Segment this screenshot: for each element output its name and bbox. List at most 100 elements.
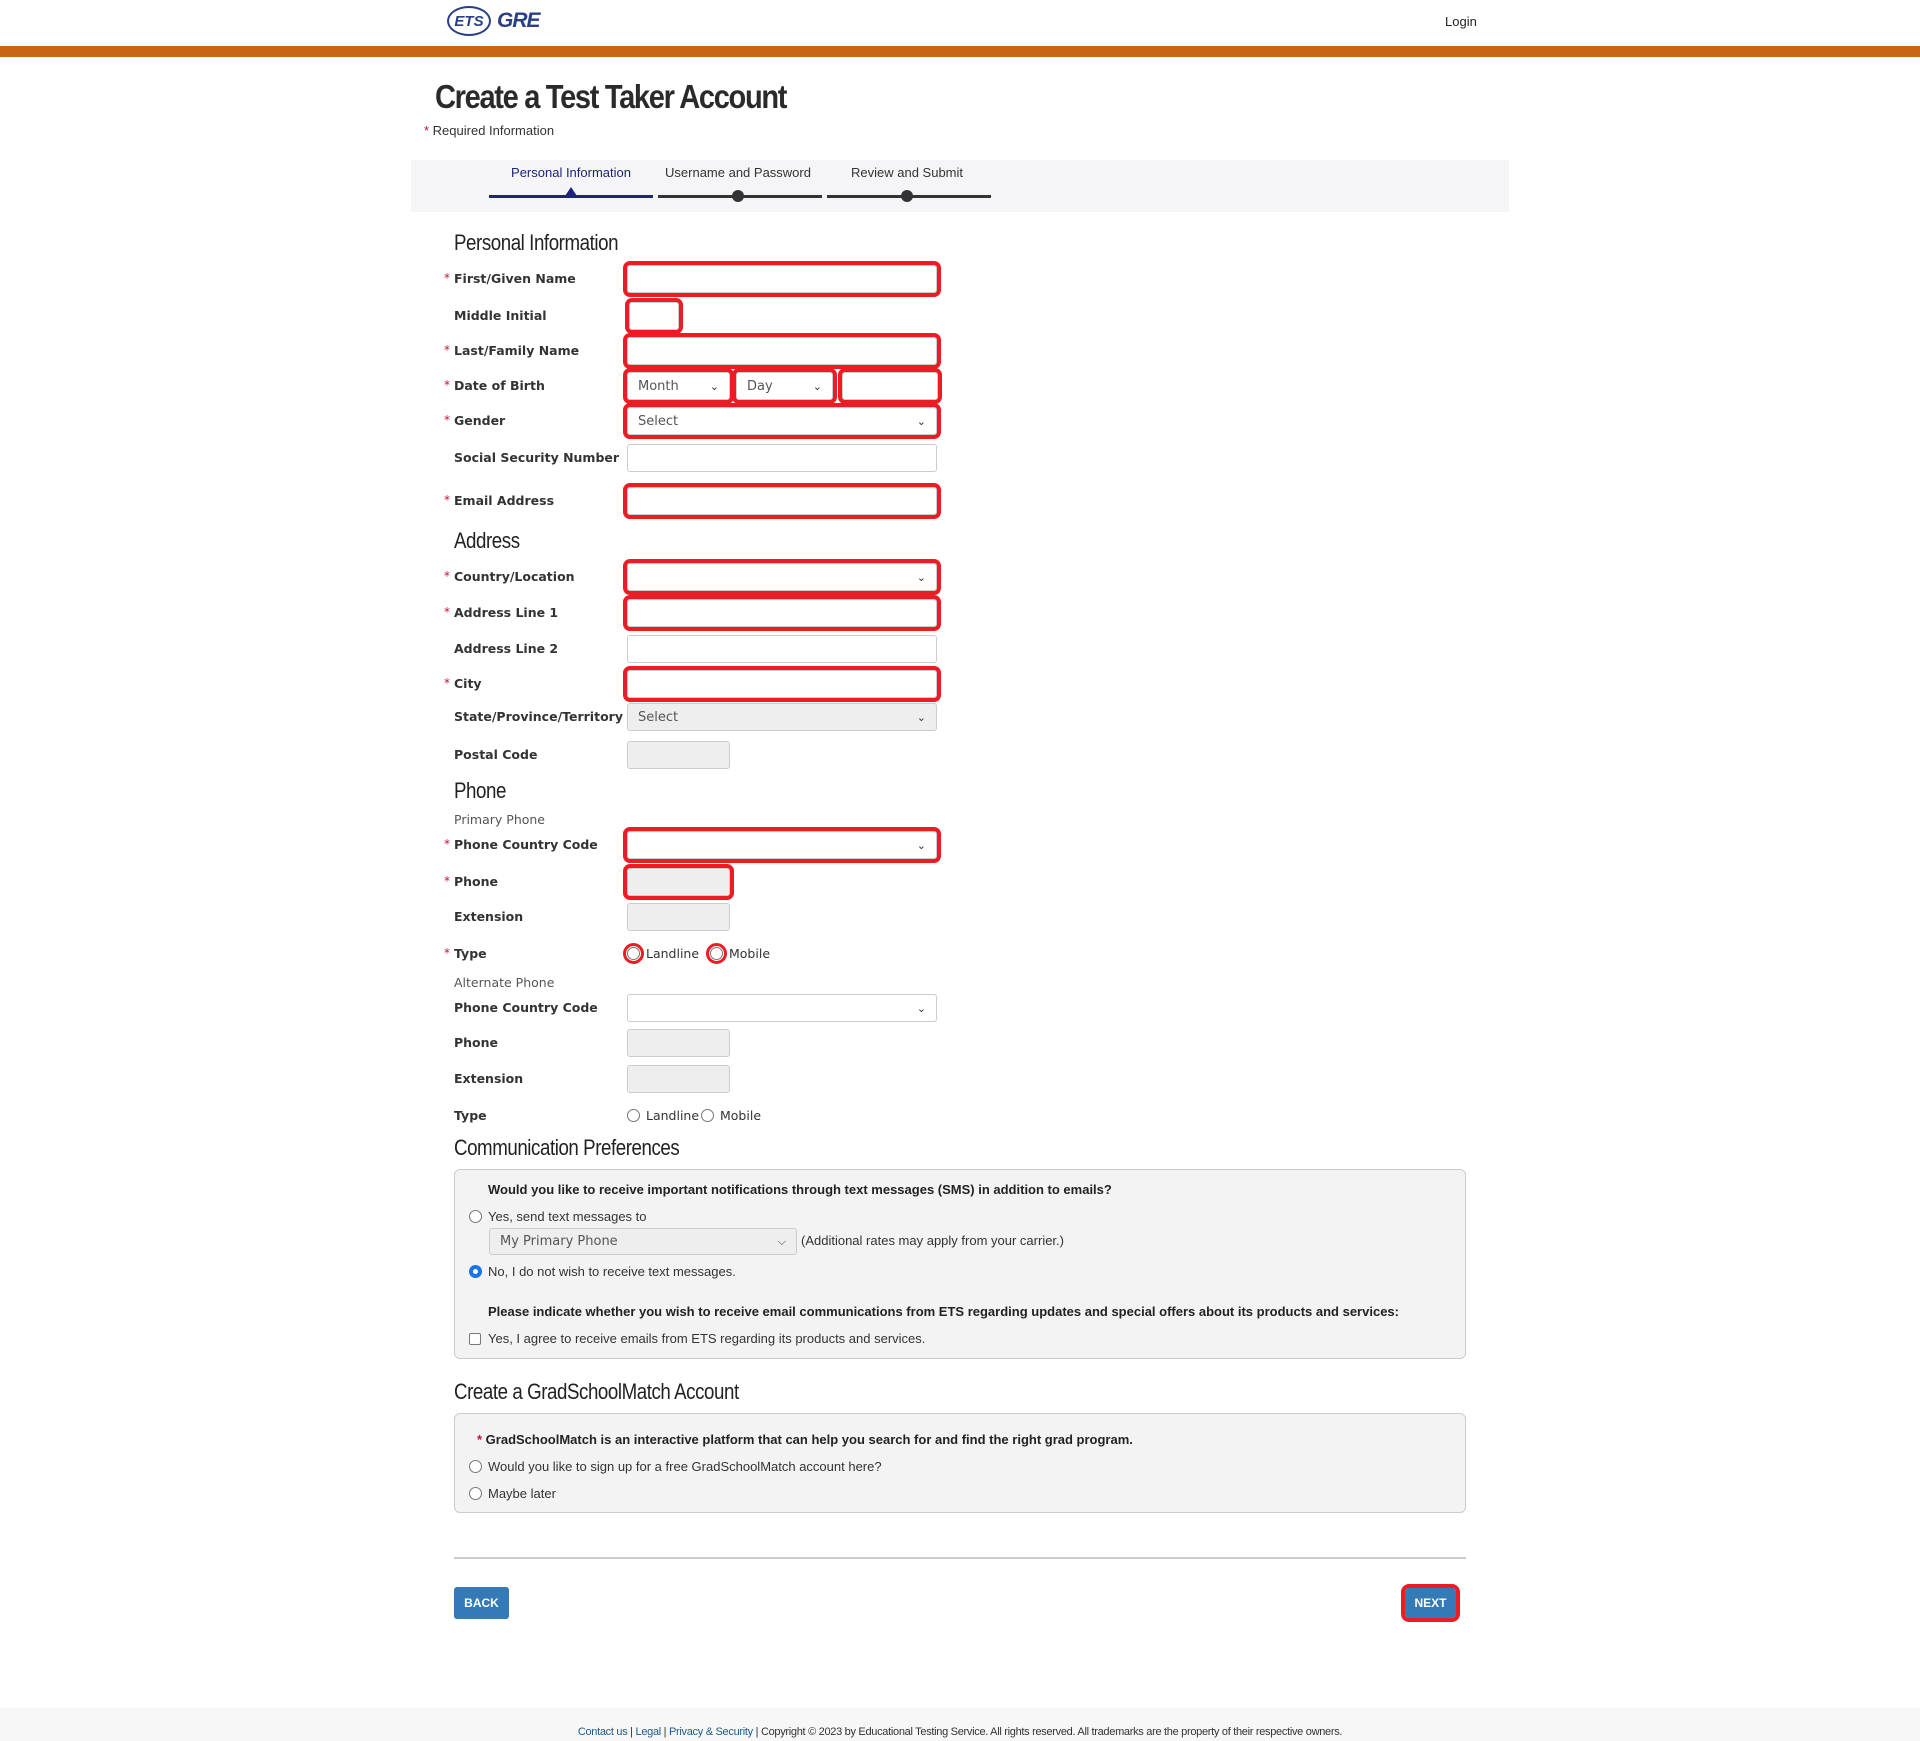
- section-personal-information: Personal Information: [454, 230, 619, 255]
- type-label: Type: [454, 946, 487, 961]
- type-mobile-label: Mobile: [729, 946, 771, 961]
- section-gradschoolmatch: Create a GradSchoolMatch Account: [454, 1379, 739, 1404]
- state-province-territory-select[interactable]: Select ⌄: [627, 703, 937, 731]
- type-mobile-label: Mobile: [720, 1108, 762, 1123]
- communication-preferences-box: Would you like to receive important noti…: [454, 1169, 1466, 1359]
- sms-phone-select-value: My Primary Phone: [500, 1234, 618, 1249]
- back-button[interactable]: BACK: [454, 1587, 509, 1619]
- state-province-territory-select-value: Select: [638, 709, 679, 725]
- address-line-1-label: Address Line 1: [454, 605, 559, 620]
- chevron-down-icon: ⌄: [709, 379, 719, 393]
- login-link[interactable]: Login: [1445, 14, 1477, 29]
- type-landline-radio[interactable]: [623, 943, 644, 964]
- email-agree-option[interactable]: Yes, I agree to receive emails from ETS …: [469, 1331, 925, 1346]
- required-asterisk: *: [444, 874, 450, 888]
- first-given-name-input[interactable]: [623, 261, 941, 297]
- middle-initial-input[interactable]: [625, 298, 683, 334]
- required-asterisk: *: [444, 946, 450, 960]
- email-address-input[interactable]: [623, 483, 941, 519]
- sms-no-label: No, I do not wish to receive text messag…: [488, 1264, 736, 1279]
- state-province-territory-label: State/Province/Territory: [454, 709, 623, 724]
- social-security-number-input[interactable]: [627, 444, 937, 472]
- chevron-down-icon: ⌵: [777, 1234, 786, 1248]
- email-agree-label: Yes, I agree to receive emails from ETS …: [488, 1331, 926, 1346]
- progress-stepper: Personal Information Username and Passwo…: [411, 160, 1509, 212]
- copyright: Copyright © 2023 by Educational Testing …: [760, 1726, 1343, 1738]
- country-location-select[interactable]: ⌄: [623, 559, 941, 595]
- current-step-marker-icon: [565, 187, 577, 196]
- gender-label: Gender: [454, 413, 506, 428]
- country-location-label: Country/Location: [454, 569, 575, 584]
- last-family-name-input[interactable]: [623, 333, 941, 369]
- step-username-password: Username and Password: [665, 165, 811, 180]
- type-mobile-radio[interactable]: [706, 943, 727, 964]
- header-accent-bar: [0, 46, 1920, 57]
- gradschoolmatch-later-radio[interactable]: [469, 1487, 482, 1500]
- sms-no-radio[interactable]: [469, 1265, 482, 1278]
- birth-day-select[interactable]: Day ⌄: [732, 368, 837, 404]
- gradschoolmatch-intro-text: GradSchoolMatch is an interactive platfo…: [485, 1432, 1133, 1447]
- sms-no-option[interactable]: No, I do not wish to receive text messag…: [469, 1264, 736, 1279]
- gradschoolmatch-signup-option[interactable]: Would you like to sign up for a free Gra…: [469, 1459, 882, 1474]
- email-agree-checkbox[interactable]: [469, 1332, 481, 1345]
- type-landline-label: Landline: [646, 946, 700, 961]
- ets-gre-logo[interactable]: ETS GRE: [447, 4, 541, 38]
- address-line-1-input[interactable]: [623, 595, 941, 631]
- sms-yes-radio[interactable]: [469, 1210, 482, 1223]
- gradschoolmatch-signup-radio[interactable]: [469, 1460, 482, 1473]
- birth-day-select-value: Day: [747, 378, 773, 394]
- sms-yes-option[interactable]: Yes, send text messages to: [469, 1209, 647, 1224]
- extension-alternate-label: Extension: [454, 1071, 524, 1086]
- city-input[interactable]: [623, 666, 941, 702]
- phone-label: Phone: [454, 874, 499, 889]
- chevron-down-icon: ⌄: [916, 710, 926, 724]
- legal-link[interactable]: Legal: [636, 1726, 662, 1738]
- gradschoolmatch-later-label: Maybe later: [488, 1486, 556, 1501]
- required-note-text: Required Information: [432, 123, 555, 138]
- required-asterisk: *: [444, 569, 450, 583]
- extension-alternate-input[interactable]: [627, 1065, 730, 1093]
- birth-year-input[interactable]: [838, 368, 942, 404]
- required-asterisk: *: [444, 343, 450, 357]
- city-label: City: [454, 676, 482, 691]
- required-note: * Required Information: [424, 123, 554, 138]
- contact-us-link[interactable]: Contact us: [578, 1726, 628, 1738]
- phone-country-code-alternate-select[interactable]: ⌄: [627, 994, 937, 1022]
- step-personal-information: Personal Information: [511, 165, 631, 180]
- type-alternate-label: Type: [454, 1108, 487, 1123]
- phone-alternate-label: Phone: [454, 1035, 499, 1050]
- chevron-down-icon: ⌄: [916, 570, 926, 584]
- required-asterisk: *: [444, 493, 450, 507]
- privacy-security-link[interactable]: Privacy & Security: [669, 1726, 753, 1738]
- birth-month-select[interactable]: Month ⌄: [623, 368, 734, 404]
- type-landline-radio[interactable]: [627, 1109, 640, 1122]
- chevron-down-icon: ⌄: [916, 1001, 926, 1015]
- extension-label: Extension: [454, 909, 524, 924]
- date-of-birth-label: Date of Birth: [454, 378, 545, 393]
- required-asterisk: *: [444, 837, 450, 851]
- address-line-2-input[interactable]: [627, 635, 937, 663]
- email-question: Please indicate whether you wish to rece…: [488, 1304, 1399, 1319]
- gradschoolmatch-signup-label: Would you like to sign up for a free Gra…: [488, 1459, 882, 1474]
- step-dot-icon: [732, 190, 744, 202]
- gradschoolmatch-later-option[interactable]: Maybe later: [469, 1486, 556, 1501]
- gradschoolmatch-intro: * GradSchoolMatch is an interactive plat…: [477, 1432, 1133, 1447]
- alternate-phone-heading: Alternate Phone: [454, 975, 555, 990]
- type-mobile-radio[interactable]: [701, 1109, 714, 1122]
- next-button[interactable]: NEXT: [1401, 1584, 1460, 1622]
- required-asterisk: *: [444, 271, 450, 285]
- social-security-number-label: Social Security Number: [454, 450, 620, 465]
- sms-phone-select[interactable]: My Primary Phone ⌵: [489, 1228, 797, 1255]
- last-family-name-label: Last/Family Name: [454, 343, 580, 358]
- extension-input[interactable]: [627, 903, 730, 931]
- postal-code-input[interactable]: [627, 741, 730, 769]
- phone-input[interactable]: [623, 864, 734, 900]
- required-asterisk: *: [444, 378, 450, 392]
- gender-select[interactable]: Select ⌄: [623, 403, 941, 439]
- primary-phone-heading: Primary Phone: [454, 812, 545, 827]
- phone-country-code-select[interactable]: ⌄: [623, 827, 941, 863]
- chevron-down-icon: ⌄: [916, 414, 926, 428]
- postal-code-label: Postal Code: [454, 747, 538, 762]
- phone-alternate-input[interactable]: [627, 1029, 730, 1057]
- ets-logo: ETS: [447, 6, 491, 36]
